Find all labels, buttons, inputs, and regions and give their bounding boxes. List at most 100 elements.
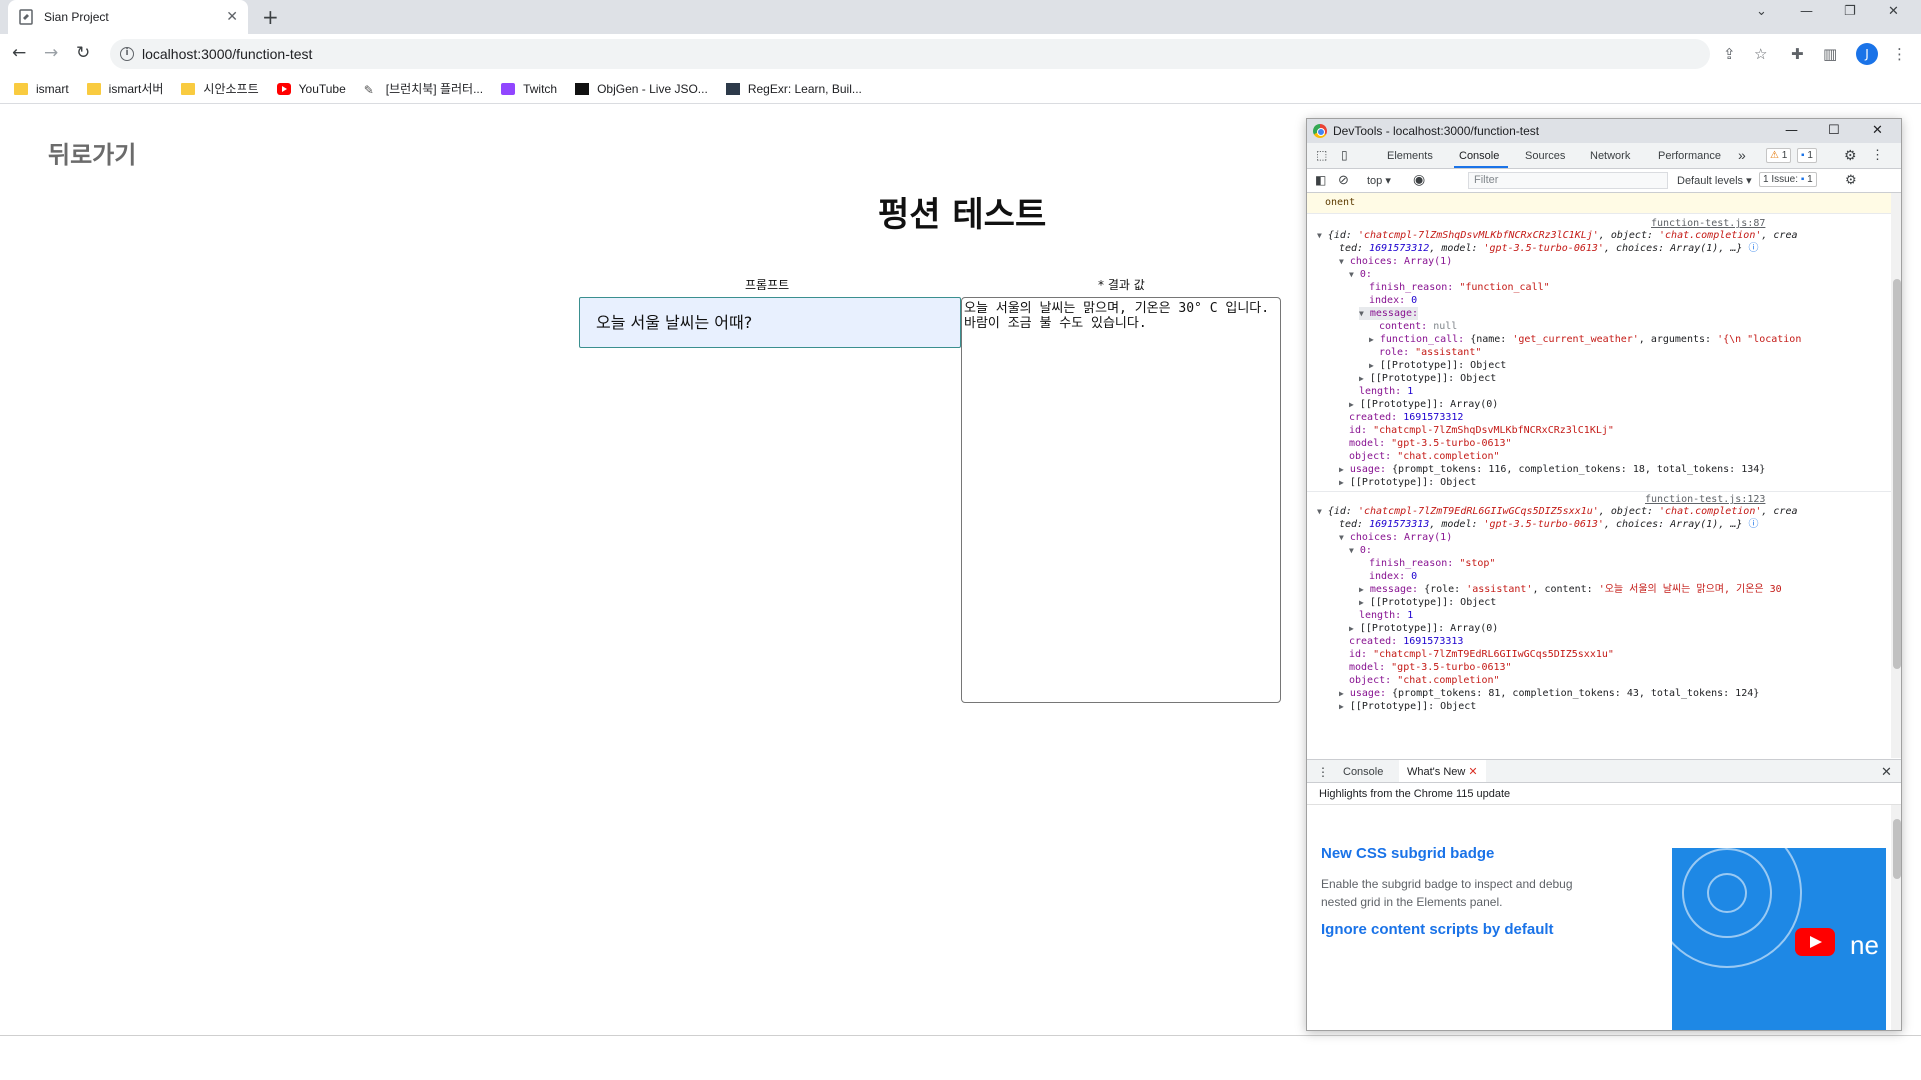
- prop-function-call[interactable]: ▶ function_call: {name: 'get_current_wea…: [1369, 333, 1801, 346]
- expand-triangle-icon[interactable]: ▼: [1349, 270, 1354, 279]
- clear-console-icon[interactable]: ⊘: [1338, 172, 1349, 188]
- issues-button[interactable]: 1 Issue: ▪ 1: [1759, 172, 1817, 187]
- devtools-close-button[interactable]: ✕: [1872, 123, 1883, 138]
- console-settings-gear-icon[interactable]: ⚙: [1845, 172, 1857, 188]
- prop-prototype[interactable]: ▶ [[Prototype]]: Object: [1339, 700, 1476, 713]
- tab-network[interactable]: Network: [1590, 150, 1630, 162]
- bookmark-item[interactable]: YouTube: [276, 82, 346, 96]
- expand-triangle-icon[interactable]: ▶: [1349, 624, 1354, 633]
- tab-close-icon[interactable]: ✕: [226, 9, 238, 25]
- profile-avatar[interactable]: J: [1856, 43, 1878, 65]
- context-select[interactable]: top ▾: [1367, 174, 1391, 187]
- expand-triangle-icon[interactable]: ▶: [1369, 361, 1374, 370]
- prop-usage[interactable]: ▶ usage: {prompt_tokens: 116, completion…: [1339, 463, 1765, 476]
- bookmark-item[interactable]: ismart서버: [86, 80, 163, 97]
- prop-prototype[interactable]: ▶ [[Prototype]]: Object: [1359, 372, 1496, 385]
- play-button-icon[interactable]: [1795, 928, 1835, 956]
- expand-triangle-icon[interactable]: ▼: [1339, 257, 1344, 266]
- prompt-input[interactable]: 오늘 서울 날씨는 어때?: [579, 297, 961, 348]
- star-icon[interactable]: ☆: [1754, 45, 1767, 63]
- forward-arrow-icon[interactable]: →: [44, 43, 58, 63]
- new-tab-button[interactable]: +: [262, 5, 279, 29]
- site-info-icon[interactable]: i: [120, 47, 134, 61]
- expand-triangle-icon[interactable]: ▼: [1339, 533, 1344, 542]
- prop-choices[interactable]: ▼ choices: Array(1): [1339, 531, 1452, 544]
- bookmark-item[interactable]: ✎ [브런치북] 플러터...: [364, 80, 483, 97]
- whats-new-item-title[interactable]: New CSS subgrid badge: [1321, 845, 1494, 862]
- prop-index-0[interactable]: ▼ 0:: [1349, 268, 1372, 281]
- drawer-tab-console[interactable]: Console: [1343, 766, 1383, 778]
- prop-index-0[interactable]: ▼ 0:: [1349, 544, 1372, 557]
- drawer-tab-whats-new[interactable]: What's New ✕: [1399, 760, 1486, 782]
- menu-icon[interactable]: ⋮: [1892, 45, 1907, 63]
- extensions-icon[interactable]: ✚: [1791, 45, 1804, 63]
- back-arrow-icon[interactable]: ←: [12, 43, 26, 63]
- info-icon[interactable]: ⓘ: [1748, 519, 1758, 530]
- restore-button[interactable]: ❐: [1844, 4, 1856, 19]
- devtools-minimize-button[interactable]: —: [1785, 123, 1798, 138]
- tab-performance[interactable]: Performance: [1658, 150, 1721, 162]
- expand-triangle-icon[interactable]: ▼: [1349, 546, 1354, 555]
- bookmark-item[interactable]: ismart: [14, 82, 69, 96]
- prop-usage[interactable]: ▶ usage: {prompt_tokens: 81, completion_…: [1339, 687, 1759, 700]
- expand-triangle-icon[interactable]: ▼: [1317, 231, 1322, 240]
- tab-console[interactable]: Console: [1459, 150, 1499, 162]
- expand-triangle-icon[interactable]: ▶: [1339, 689, 1344, 698]
- expand-triangle-icon[interactable]: ▶: [1369, 335, 1374, 344]
- bookmark-item[interactable]: Twitch: [501, 82, 557, 96]
- sidebar-toggle-icon[interactable]: ◧: [1315, 173, 1326, 187]
- minimize-button[interactable]: —: [1800, 4, 1813, 19]
- expand-triangle-icon[interactable]: ▶: [1359, 598, 1364, 607]
- side-panel-icon[interactable]: ▥: [1823, 45, 1837, 63]
- devtools-menu-icon[interactable]: ⋮: [1871, 147, 1884, 163]
- console-scroll-thumb[interactable]: [1893, 279, 1901, 669]
- prop-message[interactable]: ▼ message:: [1359, 307, 1419, 320]
- prop-prototype-array[interactable]: ▶ [[Prototype]]: Array(0): [1349, 622, 1498, 635]
- reload-icon[interactable]: ↻: [76, 43, 90, 63]
- tab-sources[interactable]: Sources: [1525, 150, 1565, 162]
- prop-choices[interactable]: ▼ choices: Array(1): [1339, 255, 1452, 268]
- drawer-menu-icon[interactable]: ⋮: [1317, 765, 1329, 779]
- inspect-element-icon[interactable]: ⬚: [1316, 148, 1327, 162]
- prop-prototype[interactable]: ▶ [[Prototype]]: Object: [1359, 596, 1496, 609]
- settings-gear-icon[interactable]: ⚙: [1844, 147, 1857, 164]
- prop-message[interactable]: ▶ message: {role: 'assistant', content: …: [1359, 583, 1782, 596]
- result-textarea[interactable]: 오늘 서울의 날씨는 맑으며, 기온은 30° C 입니다. 바람이 조금 불 …: [961, 297, 1281, 703]
- tab-search-icon[interactable]: ⌄: [1756, 4, 1767, 19]
- bookmark-item[interactable]: RegExr: Learn, Buil...: [725, 82, 862, 96]
- log-levels-dropdown[interactable]: Default levels ▾: [1677, 174, 1752, 187]
- expand-triangle-icon[interactable]: ▼: [1317, 507, 1322, 516]
- info-icon[interactable]: ⓘ: [1748, 243, 1758, 254]
- live-expression-eye-icon[interactable]: ◉: [1413, 171, 1425, 188]
- log-summary[interactable]: ▼ {id: 'chatcmpl-7lZmT9EdRL6GIIwGCqs5DIZ…: [1317, 505, 1798, 518]
- expand-triangle-icon[interactable]: ▶: [1339, 465, 1344, 474]
- expand-triangle-icon[interactable]: ▶: [1359, 374, 1364, 383]
- prop-prototype[interactable]: ▶ [[Prototype]]: Object: [1369, 359, 1506, 372]
- device-toolbar-icon[interactable]: ▯: [1341, 148, 1348, 162]
- whats-new-item-title[interactable]: Ignore content scripts by default: [1321, 921, 1554, 938]
- log-summary[interactable]: ▼ {id: 'chatcmpl-7lZmShqDsvMLKbfNCRxCRz3…: [1317, 229, 1798, 242]
- close-drawer-icon[interactable]: ✕: [1881, 764, 1892, 780]
- drawer-scroll-thumb[interactable]: [1893, 819, 1901, 879]
- address-bar[interactable]: i localhost:3000/function-test: [110, 39, 1710, 69]
- expand-triangle-icon[interactable]: ▶: [1349, 400, 1354, 409]
- prop-prototype[interactable]: ▶ [[Prototype]]: Object: [1339, 476, 1476, 489]
- console-filter-input[interactable]: Filter: [1468, 172, 1668, 189]
- expand-triangle-icon[interactable]: ▶: [1339, 478, 1344, 487]
- more-tabs-icon[interactable]: »: [1738, 147, 1746, 163]
- warnings-badge[interactable]: ⚠ 1: [1766, 148, 1792, 163]
- expand-triangle-icon[interactable]: ▶: [1359, 585, 1364, 594]
- share-icon[interactable]: ⇪: [1723, 45, 1736, 63]
- url-text[interactable]: localhost:3000/function-test: [142, 46, 312, 62]
- close-window-button[interactable]: ✕: [1888, 4, 1899, 19]
- expand-triangle-icon[interactable]: ▶: [1339, 702, 1344, 711]
- close-tab-icon[interactable]: ✕: [1468, 766, 1477, 778]
- bookmark-item[interactable]: 시안소프트: [181, 80, 259, 97]
- tab-elements[interactable]: Elements: [1387, 150, 1433, 162]
- devtools-maximize-button[interactable]: ☐: [1828, 123, 1840, 138]
- video-thumbnail[interactable]: ne: [1672, 848, 1886, 1030]
- prop-prototype-array[interactable]: ▶ [[Prototype]]: Array(0): [1349, 398, 1498, 411]
- back-link[interactable]: 뒤로가기: [48, 135, 136, 170]
- messages-badge[interactable]: ▪ 1: [1797, 148, 1817, 163]
- bookmark-item[interactable]: ObjGen - Live JSO...: [575, 82, 708, 96]
